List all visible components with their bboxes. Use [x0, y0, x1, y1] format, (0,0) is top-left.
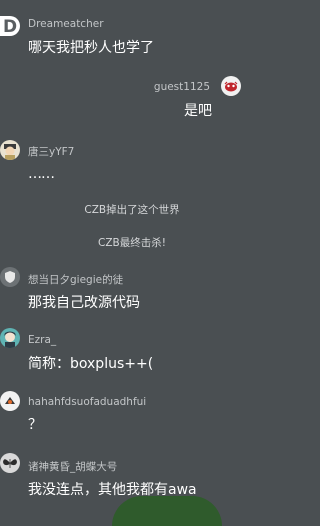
svg-text:D: D: [3, 17, 17, 36]
username[interactable]: 诸神黄昏_胡蝶大号: [28, 459, 117, 474]
username[interactable]: 唐三yYF7: [28, 144, 74, 159]
message-text: ？: [28, 417, 42, 433]
system-message: CZB最终击杀!: [98, 237, 166, 249]
username[interactable]: Ezra_: [28, 334, 56, 346]
anime-avatar-icon[interactable]: [0, 328, 20, 348]
username[interactable]: hahahfdsuofaduadhfui: [28, 396, 146, 408]
message-text: 那我自己改源代码: [28, 295, 140, 311]
chat-log: D Dreameatcher 哪天我把秒人也学了 guest1125 是吧 唐三…: [0, 0, 260, 526]
fox-avatar-icon[interactable]: [0, 391, 20, 411]
message-text: 简称：boxplus++(: [28, 356, 154, 372]
message-text: 哪天我把秒人也学了: [28, 40, 154, 56]
butterfly-avatar-icon[interactable]: [0, 453, 20, 473]
username[interactable]: Dreameatcher: [28, 18, 104, 30]
background-terrain: [112, 496, 222, 526]
username[interactable]: guest1125: [154, 81, 210, 93]
username[interactable]: 想当日夕giegie的徒: [28, 272, 123, 287]
shield-avatar-icon[interactable]: [0, 267, 20, 287]
message-text: ……: [28, 166, 55, 182]
tang-san-avatar-icon[interactable]: [0, 140, 20, 160]
message-text: 是吧: [184, 103, 212, 119]
letter-d-avatar-icon[interactable]: D: [0, 16, 20, 36]
red-creature-avatar-icon[interactable]: [221, 76, 241, 96]
system-message: CZB掉出了这个世界: [84, 204, 180, 216]
